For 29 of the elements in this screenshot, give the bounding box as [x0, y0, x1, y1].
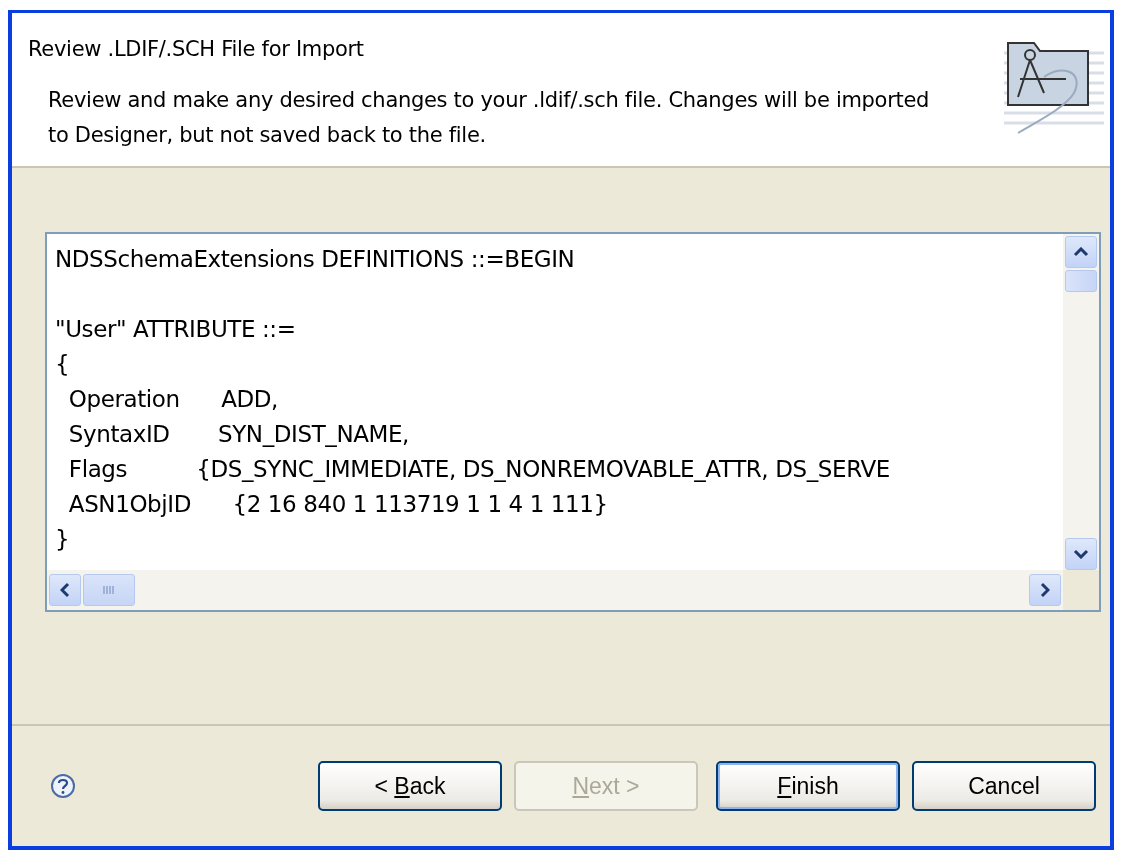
code-line: }	[55, 525, 71, 554]
horizontal-scrollbar[interactable]	[47, 570, 1063, 610]
code-line: SyntaxID SYN_DIST_NAME,	[67, 420, 411, 449]
page-description: Review and make any desired changes to your .ldif/.sch file. Changes will be imported to Designer, but not saved back to the file.	[48, 87, 931, 149]
scroll-up-button[interactable]	[1065, 236, 1097, 268]
code-line: ASN1ObjID {2 16 840 1 113719 1 1 4 1 111}	[67, 490, 609, 519]
scroll-thumb[interactable]	[83, 574, 135, 606]
code-line: NDSSchemaExtensions DEFINITIONS ::=BEGIN	[55, 245, 576, 274]
wizard-button[interactable]: Finish	[716, 761, 900, 811]
scroll-thumb[interactable]	[1065, 270, 1097, 292]
wizard-button[interactable]: < Back	[318, 761, 502, 811]
scroll-left-button[interactable]	[49, 574, 81, 606]
scroll-right-button[interactable]	[1029, 574, 1061, 606]
code-line: "User" ATTRIBUTE ::=	[55, 315, 297, 344]
vertical-scrollbar[interactable]	[1063, 234, 1099, 570]
wizard-button[interactable]: Cancel	[912, 761, 1096, 811]
chevron-down-icon	[1073, 549, 1089, 559]
scroll-down-button[interactable]	[1065, 538, 1097, 570]
code-line: {	[55, 350, 71, 379]
chevron-right-icon	[1040, 582, 1050, 598]
help-icon[interactable]	[50, 773, 76, 799]
code-line: Flags {DS_SYNC_IMMEDIATE, DS_NONREMOVABLE_ATTR, DS_SERVE	[67, 455, 891, 484]
scrollbar-corner	[1063, 570, 1099, 610]
grip-icon	[102, 585, 116, 595]
page-title: Review .LDIF/.SCH File for Import	[28, 37, 365, 61]
chevron-left-icon	[60, 582, 70, 598]
code-line: Operation ADD,	[67, 385, 279, 414]
text-editor[interactable]	[45, 232, 1101, 612]
chevron-up-icon	[1073, 247, 1089, 257]
